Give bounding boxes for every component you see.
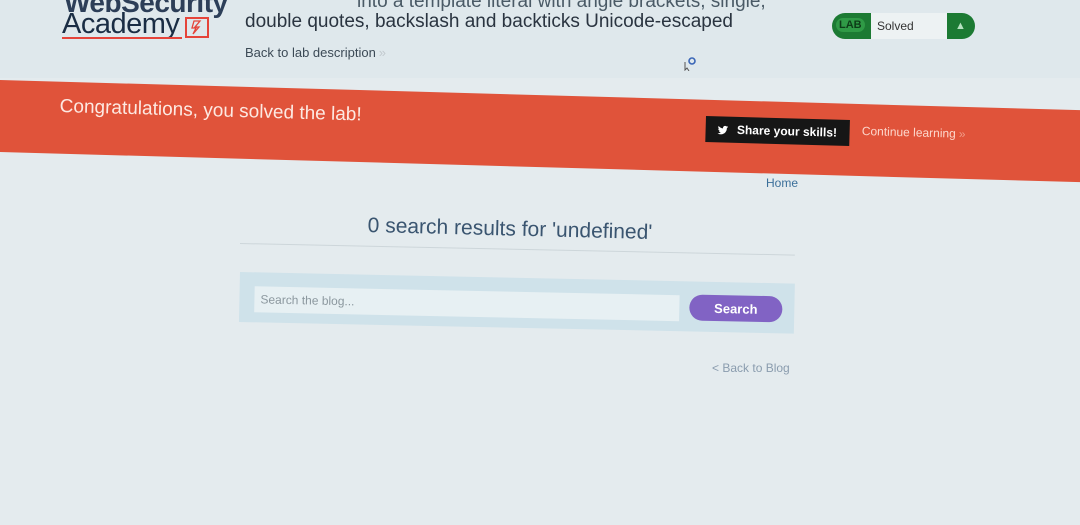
back-to-lab-description-label: Back to lab description bbox=[245, 45, 376, 60]
lightning-logo-icon bbox=[185, 17, 209, 38]
twitter-bird-icon bbox=[717, 122, 732, 136]
share-skills-button[interactable]: Share your skills! bbox=[705, 116, 850, 147]
nav-home-link[interactable]: Home bbox=[766, 176, 798, 190]
lab-title: into a template literal with angle brack… bbox=[245, 0, 805, 32]
back-to-lab-description-link[interactable]: Back to lab description» bbox=[245, 45, 386, 60]
academy-logo[interactable]: WebSecurity Academy bbox=[62, 0, 232, 46]
logo-underline bbox=[62, 37, 182, 39]
chevron-right-icon: » bbox=[378, 45, 387, 60]
lab-status-text: Solved bbox=[871, 13, 947, 39]
search-results-heading: 0 search results for 'undefined' bbox=[367, 214, 653, 244]
lab-title-line2: double quotes, backslash and backticks U… bbox=[245, 11, 733, 32]
divider bbox=[239, 243, 795, 256]
mouse-cursor-icon bbox=[684, 55, 698, 72]
search-button[interactable]: Search bbox=[689, 294, 783, 323]
continue-learning-label: Continue learning bbox=[861, 124, 957, 141]
chevron-right-icon: » bbox=[958, 126, 966, 141]
search-form: Search bbox=[238, 272, 795, 334]
share-skills-label: Share your skills! bbox=[736, 122, 838, 140]
lab-status-widget: LAB Solved ▲ bbox=[832, 13, 975, 39]
back-to-blog-link[interactable]: < Back to Blog bbox=[712, 361, 790, 375]
page-header: WebSecurity Academy into a template lite… bbox=[0, 0, 1080, 78]
continue-learning-link[interactable]: Continue learning» bbox=[862, 124, 966, 141]
search-input[interactable] bbox=[254, 286, 680, 322]
lab-badge: LAB bbox=[836, 18, 865, 32]
flask-icon: ▲ bbox=[955, 20, 966, 32]
